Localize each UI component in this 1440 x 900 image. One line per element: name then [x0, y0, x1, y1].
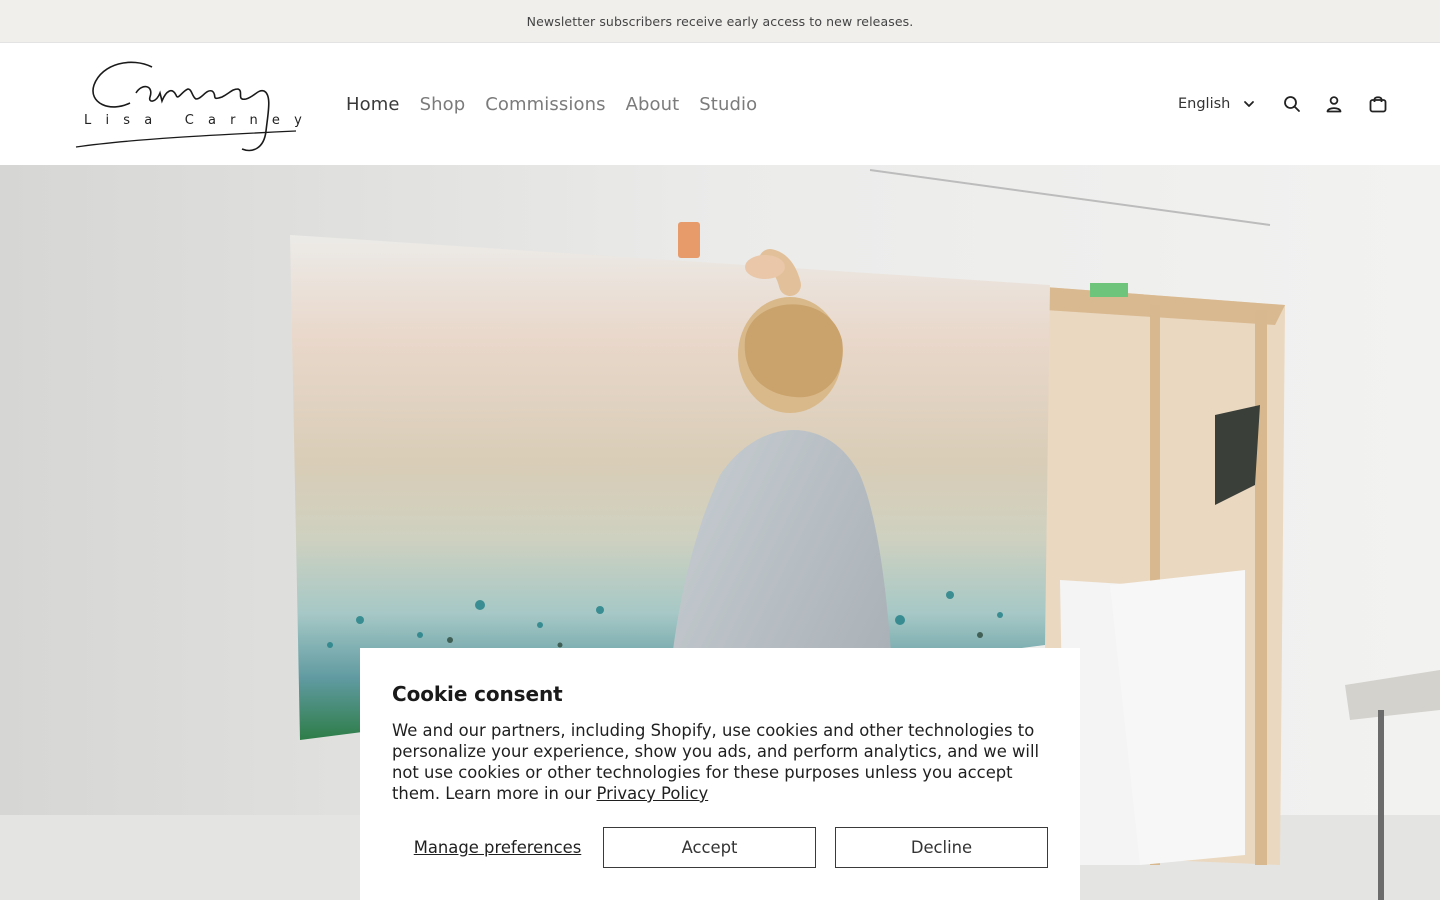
nav-shop[interactable]: Shop [420, 94, 466, 115]
chevron-down-icon [1244, 101, 1255, 107]
account-icon[interactable] [1323, 93, 1345, 115]
logo-name: Lisa Carney [84, 113, 317, 128]
cookie-title: Cookie consent [392, 682, 563, 706]
language-label: English [1178, 96, 1231, 112]
nav-commissions[interactable]: Commissions [485, 94, 605, 115]
announcement-text: Newsletter subscribers receive early acc… [526, 13, 914, 29]
privacy-policy-link[interactable]: Privacy Policy [597, 784, 709, 803]
search-icon[interactable] [1281, 93, 1303, 115]
cookie-consent-dialog: Cookie consent We and our partners, incl… [360, 648, 1080, 900]
logo-signature [75, 61, 297, 152]
cart-icon[interactable] [1367, 93, 1389, 115]
cookie-actions: Manage preferences Accept Decline [392, 827, 1048, 868]
announcement-bar: Newsletter subscribers receive early acc… [0, 0, 1440, 43]
accept-button[interactable]: Accept [603, 827, 816, 868]
nav-home[interactable]: Home [346, 94, 400, 115]
nav-studio[interactable]: Studio [699, 94, 757, 115]
site-logo[interactable]: Lisa Carney [72, 51, 302, 157]
cookie-body: We and our partners, including Shopify, … [392, 720, 1048, 804]
site-header: Lisa Carney Home Shop Commissions About … [0, 43, 1440, 165]
decline-button[interactable]: Decline [835, 827, 1048, 868]
main-nav: Home Shop Commissions About Studio [346, 43, 757, 165]
cookie-body-text: We and our partners, including Shopify, … [392, 721, 1040, 803]
manage-preferences-button[interactable]: Manage preferences [392, 827, 603, 868]
language-selector[interactable]: English [1178, 43, 1256, 165]
nav-about[interactable]: About [626, 94, 680, 115]
